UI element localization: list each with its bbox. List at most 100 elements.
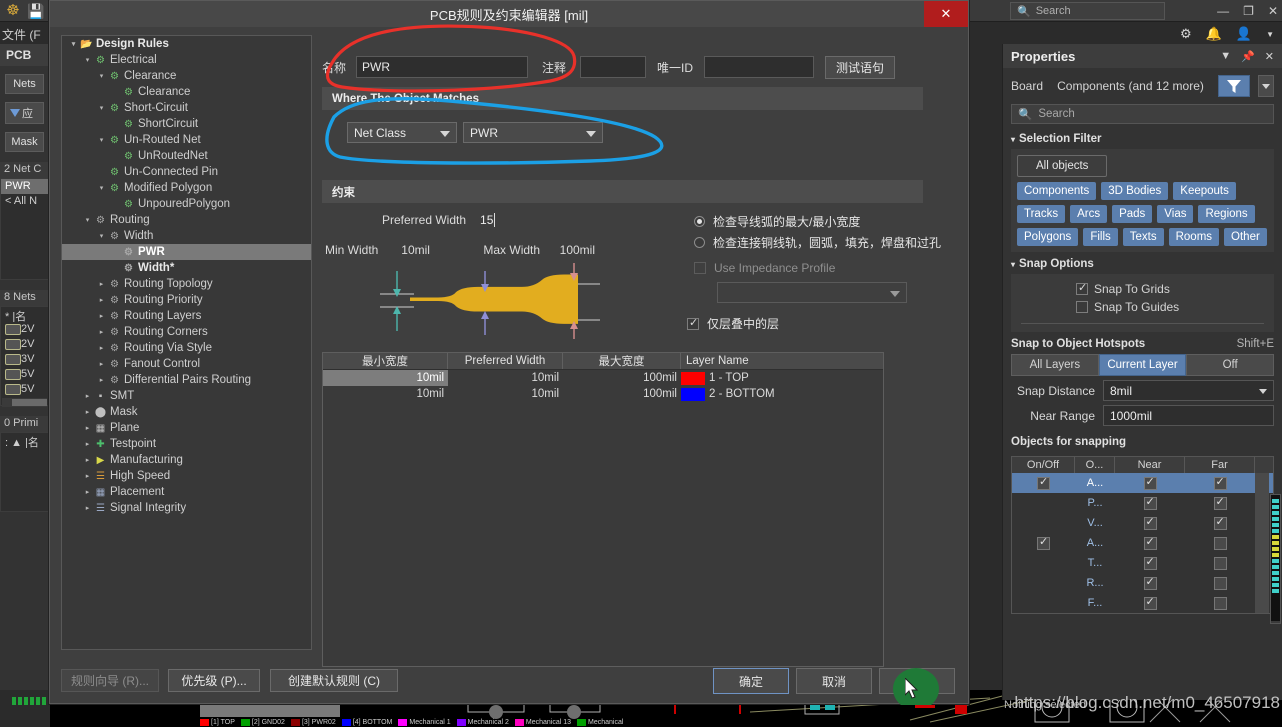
tree-item-routing-priority[interactable]: ▸ ⚙ Routing Priority — [62, 292, 311, 308]
snap-near-checkbox[interactable] — [1143, 475, 1157, 490]
snap-onoff-checkbox-cell[interactable] — [1012, 593, 1075, 613]
cell-preferred-width[interactable]: 10mil — [448, 370, 563, 386]
chip-regions[interactable]: Regions — [1198, 205, 1255, 223]
snap-onoff-checkbox-cell[interactable] — [1012, 533, 1075, 553]
tree-item-mask[interactable]: ▸ ⬤ Mask — [62, 404, 311, 420]
tree-item-placement[interactable]: ▸ ▦ Placement — [62, 484, 311, 500]
collapse-arrow-icon[interactable]: ▸ — [96, 360, 107, 368]
netclass-item-pwr[interactable]: PWR — [1, 179, 48, 194]
tree-item-un-routed-net[interactable]: ▾ ⚙ Un-Routed Net — [62, 132, 311, 148]
layer-tab[interactable]: [4] BOTTOM — [341, 719, 399, 726]
test-query-button[interactable]: 测试语句 — [825, 55, 895, 79]
tree-item-routing-topology[interactable]: ▸ ⚙ Routing Topology — [62, 276, 311, 292]
primitives-list[interactable]: : ▲ |名 — [0, 432, 49, 512]
save-icon[interactable]: 💾 — [27, 3, 44, 19]
snap-onoff-checkbox-cell[interactable] — [1012, 493, 1075, 513]
snap-options-section-header[interactable]: ▾ Snap Options — [1003, 252, 1282, 274]
snap-near-checkbox-cell[interactable] — [1115, 553, 1185, 573]
net-item[interactable]: 2V — [1, 337, 48, 352]
column-layer-name[interactable]: Layer Name — [681, 353, 881, 369]
snap-scrollbar[interactable] — [1255, 513, 1269, 533]
snap-scrollbar[interactable] — [1255, 493, 1269, 513]
snap-scrollbar[interactable] — [1255, 593, 1269, 613]
snap-far-checkbox-cell[interactable] — [1185, 573, 1255, 593]
hotspot-option-current-layer[interactable]: Current Layer — [1098, 354, 1187, 376]
column-preferred-width[interactable]: Preferred Width — [448, 353, 563, 369]
collapse-arrow-icon[interactable]: ▸ — [82, 424, 93, 432]
chip-3d-bodies[interactable]: 3D Bodies — [1101, 182, 1169, 200]
collapse-arrow-icon[interactable]: ▸ — [96, 376, 107, 384]
net-item[interactable]: 2V — [1, 322, 48, 337]
design-rules-tree[interactable]: ▾ 📂 Design Rules ▾ ⚙ Electrical ▾ ⚙ Clearance ⚙ Cl… — [61, 35, 312, 650]
chip-tracks[interactable]: Tracks — [1017, 205, 1066, 223]
snap-object-row[interactable]: V... — [1012, 513, 1273, 533]
tree-item-routing-corners[interactable]: ▸ ⚙ Routing Corners — [62, 324, 311, 340]
near-range-input[interactable]: 1000mil — [1103, 405, 1274, 426]
pcb-panel-tab[interactable]: PCB — [0, 44, 49, 66]
rule-name-input[interactable]: PWR — [356, 56, 528, 78]
tree-item-unroutednet[interactable]: ⚙ UnRoutedNet — [62, 148, 311, 164]
column-min-width[interactable]: 最小宽度 — [323, 353, 448, 369]
snap-far-checkbox-cell[interactable] — [1185, 513, 1255, 533]
width-constraints-table[interactable]: 最小宽度 Preferred Width 最大宽度 Layer Name 10m… — [322, 352, 884, 667]
mask-dropdown[interactable]: Mask — [5, 132, 44, 152]
comment-input[interactable] — [580, 56, 646, 78]
check-mode-option-2[interactable]: 检查连接铜线轨，圆弧，填充，焊盘和过孔 — [694, 234, 941, 251]
snap-to-grids-checkbox[interactable] — [1076, 281, 1088, 295]
collapse-arrow-icon[interactable]: ▸ — [82, 504, 93, 512]
collapse-arrow-icon[interactable]: ▸ — [96, 296, 107, 304]
menu-file[interactable]: 文件 (F — [2, 26, 41, 43]
collapse-arrow-icon[interactable]: ▸ — [96, 344, 107, 352]
chip-pads[interactable]: Pads — [1112, 205, 1153, 223]
tree-item-signal-integrity[interactable]: ▸ ☰ Signal Integrity — [62, 500, 311, 516]
snap-to-guides-checkbox[interactable] — [1076, 301, 1088, 313]
table-row[interactable]: 10mil 10mil 100mil 1 - TOP — [323, 370, 883, 386]
radio-check-copper[interactable] — [694, 237, 705, 248]
chip-rooms[interactable]: Rooms — [1168, 228, 1220, 246]
snap-scrollbar[interactable] — [1255, 533, 1269, 553]
snap-distance-combo[interactable]: 8mil — [1103, 380, 1274, 401]
tree-item-pwr[interactable]: ⚙ PWR — [62, 244, 311, 260]
snap-far-checkbox[interactable] — [1213, 596, 1227, 610]
tree-item-un-connected-pin[interactable]: ⚙ Un-Connected Pin — [62, 164, 311, 180]
collapse-arrow-icon[interactable]: ▸ — [82, 472, 93, 480]
snap-onoff-checkbox-cell[interactable] — [1012, 553, 1075, 573]
selection-filter-section-header[interactable]: ▾ Selection Filter — [1003, 127, 1282, 149]
snap-onoff-checkbox[interactable] — [1037, 535, 1050, 550]
layer-tab[interactable]: [3] PWR02 — [290, 719, 342, 726]
snap-object-row[interactable]: F... — [1012, 593, 1273, 613]
layer-tab[interactable]: [1] TOP — [200, 719, 241, 726]
layer-tab[interactable]: Mechanical 13 — [514, 719, 577, 726]
netclass-item-all[interactable]: < All N — [1, 194, 48, 209]
collapse-arrow-icon[interactable]: ▸ — [82, 408, 93, 416]
layer-tab[interactable]: Mechanical 1 — [398, 719, 456, 726]
collapse-arrow-icon[interactable]: ▸ — [96, 280, 107, 288]
snap-object-row[interactable]: R... — [1012, 573, 1273, 593]
snap-near-checkbox[interactable] — [1143, 575, 1157, 590]
objects-for-snapping-table[interactable]: On/Off O... Near Far A... P... V... A... T..… — [1011, 456, 1274, 614]
snap-near-checkbox[interactable] — [1143, 515, 1157, 530]
create-default-rules-button[interactable]: 创建默认规则 (C) — [270, 669, 398, 692]
chip-polygons[interactable]: Polygons — [1017, 228, 1079, 246]
snap-near-checkbox[interactable] — [1143, 535, 1157, 550]
expand-arrow-icon[interactable]: ▾ — [82, 56, 93, 64]
snap-onoff-checkbox-cell[interactable] — [1012, 473, 1075, 493]
snap-object-row[interactable]: T... — [1012, 553, 1273, 573]
preferred-width-input[interactable]: 15 — [480, 213, 496, 227]
snap-far-checkbox[interactable] — [1213, 576, 1227, 590]
tree-item-testpoint[interactable]: ▸ ✚ Testpoint — [62, 436, 311, 452]
tree-item-high-speed[interactable]: ▸ ☰ High Speed — [62, 468, 311, 484]
scope-value-combo[interactable]: PWR — [463, 122, 603, 143]
chevron-down-icon[interactable]: ▼ — [1266, 30, 1274, 39]
account-icon[interactable]: 👤 — [1236, 26, 1252, 42]
expand-arrow-icon[interactable]: ▾ — [96, 104, 107, 112]
snap-object-row[interactable]: P... — [1012, 493, 1273, 513]
chip-components[interactable]: Components — [1017, 182, 1097, 200]
filter-button[interactable] — [1218, 75, 1250, 97]
priority-button[interactable]: 优先级 (P)... — [168, 669, 260, 692]
cancel-button[interactable]: 取消 — [796, 668, 872, 694]
snap-to-grids-row[interactable]: Snap To Grids — [1017, 280, 1268, 298]
snap-far-checkbox[interactable] — [1213, 556, 1227, 570]
minimize-button[interactable]: — — [1217, 4, 1229, 18]
stackup-layers-row[interactable]: 仅层叠中的层 — [687, 315, 779, 332]
